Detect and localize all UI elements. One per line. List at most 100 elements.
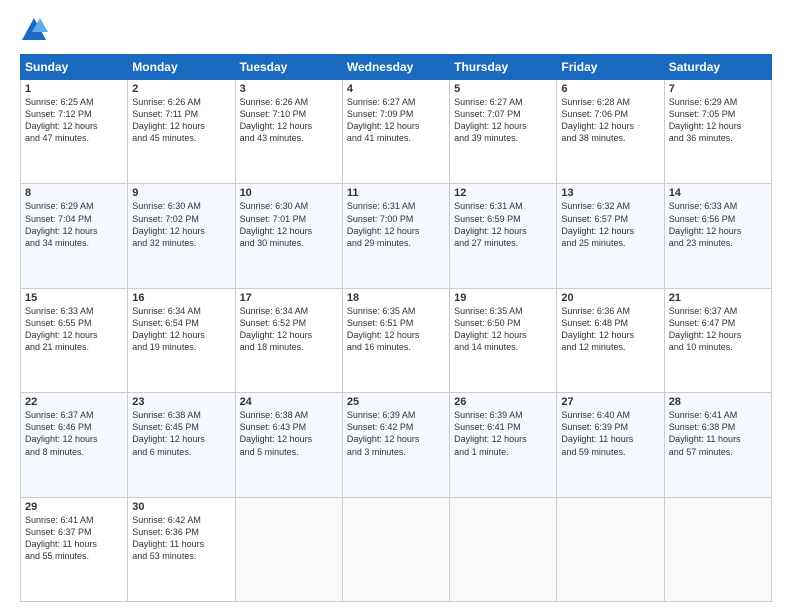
day-info: Sunrise: 6:40 AMSunset: 6:39 PMDaylight:… [561, 409, 659, 458]
calendar-cell: 7Sunrise: 6:29 AMSunset: 7:05 PMDaylight… [664, 80, 771, 184]
day-number: 16 [132, 292, 230, 304]
calendar-cell [450, 497, 557, 601]
calendar-cell [664, 497, 771, 601]
day-number: 8 [25, 187, 123, 199]
calendar: SundayMondayTuesdayWednesdayThursdayFrid… [20, 54, 772, 602]
day-info: Sunrise: 6:28 AMSunset: 7:06 PMDaylight:… [561, 96, 659, 145]
day-number: 15 [25, 292, 123, 304]
calendar-cell: 22Sunrise: 6:37 AMSunset: 6:46 PMDayligh… [21, 393, 128, 497]
calendar-cell: 23Sunrise: 6:38 AMSunset: 6:45 PMDayligh… [128, 393, 235, 497]
day-number: 4 [347, 83, 445, 95]
day-info: Sunrise: 6:29 AMSunset: 7:04 PMDaylight:… [25, 200, 123, 249]
day-info: Sunrise: 6:42 AMSunset: 6:36 PMDaylight:… [132, 514, 230, 563]
calendar-cell [557, 497, 664, 601]
calendar-cell: 13Sunrise: 6:32 AMSunset: 6:57 PMDayligh… [557, 184, 664, 288]
day-info: Sunrise: 6:35 AMSunset: 6:50 PMDaylight:… [454, 305, 552, 354]
calendar-cell: 25Sunrise: 6:39 AMSunset: 6:42 PMDayligh… [342, 393, 449, 497]
calendar-cell: 20Sunrise: 6:36 AMSunset: 6:48 PMDayligh… [557, 288, 664, 392]
day-number: 24 [240, 396, 338, 408]
day-number: 21 [669, 292, 767, 304]
calendar-week-2: 8Sunrise: 6:29 AMSunset: 7:04 PMDaylight… [21, 184, 772, 288]
day-info: Sunrise: 6:26 AMSunset: 7:10 PMDaylight:… [240, 96, 338, 145]
day-number: 9 [132, 187, 230, 199]
calendar-cell: 30Sunrise: 6:42 AMSunset: 6:36 PMDayligh… [128, 497, 235, 601]
calendar-cell [235, 497, 342, 601]
day-info: Sunrise: 6:38 AMSunset: 6:43 PMDaylight:… [240, 409, 338, 458]
calendar-cell: 29Sunrise: 6:41 AMSunset: 6:37 PMDayligh… [21, 497, 128, 601]
calendar-cell: 21Sunrise: 6:37 AMSunset: 6:47 PMDayligh… [664, 288, 771, 392]
day-number: 25 [347, 396, 445, 408]
day-number: 2 [132, 83, 230, 95]
calendar-cell: 6Sunrise: 6:28 AMSunset: 7:06 PMDaylight… [557, 80, 664, 184]
calendar-cell: 19Sunrise: 6:35 AMSunset: 6:50 PMDayligh… [450, 288, 557, 392]
day-number: 3 [240, 83, 338, 95]
day-info: Sunrise: 6:26 AMSunset: 7:11 PMDaylight:… [132, 96, 230, 145]
day-info: Sunrise: 6:25 AMSunset: 7:12 PMDaylight:… [25, 96, 123, 145]
calendar-cell: 26Sunrise: 6:39 AMSunset: 6:41 PMDayligh… [450, 393, 557, 497]
day-info: Sunrise: 6:34 AMSunset: 6:54 PMDaylight:… [132, 305, 230, 354]
calendar-cell: 14Sunrise: 6:33 AMSunset: 6:56 PMDayligh… [664, 184, 771, 288]
day-info: Sunrise: 6:31 AMSunset: 6:59 PMDaylight:… [454, 200, 552, 249]
day-info: Sunrise: 6:41 AMSunset: 6:38 PMDaylight:… [669, 409, 767, 458]
day-info: Sunrise: 6:29 AMSunset: 7:05 PMDaylight:… [669, 96, 767, 145]
calendar-cell: 10Sunrise: 6:30 AMSunset: 7:01 PMDayligh… [235, 184, 342, 288]
calendar-header-saturday: Saturday [664, 55, 771, 80]
day-info: Sunrise: 6:38 AMSunset: 6:45 PMDaylight:… [132, 409, 230, 458]
header [20, 16, 772, 44]
day-number: 18 [347, 292, 445, 304]
calendar-cell: 12Sunrise: 6:31 AMSunset: 6:59 PMDayligh… [450, 184, 557, 288]
calendar-header-thursday: Thursday [450, 55, 557, 80]
calendar-week-1: 1Sunrise: 6:25 AMSunset: 7:12 PMDaylight… [21, 80, 772, 184]
day-info: Sunrise: 6:30 AMSunset: 7:02 PMDaylight:… [132, 200, 230, 249]
day-number: 29 [25, 501, 123, 513]
day-number: 22 [25, 396, 123, 408]
day-info: Sunrise: 6:33 AMSunset: 6:55 PMDaylight:… [25, 305, 123, 354]
calendar-header-wednesday: Wednesday [342, 55, 449, 80]
calendar-cell: 1Sunrise: 6:25 AMSunset: 7:12 PMDaylight… [21, 80, 128, 184]
day-info: Sunrise: 6:30 AMSunset: 7:01 PMDaylight:… [240, 200, 338, 249]
calendar-week-4: 22Sunrise: 6:37 AMSunset: 6:46 PMDayligh… [21, 393, 772, 497]
calendar-cell: 15Sunrise: 6:33 AMSunset: 6:55 PMDayligh… [21, 288, 128, 392]
calendar-cell: 3Sunrise: 6:26 AMSunset: 7:10 PMDaylight… [235, 80, 342, 184]
calendar-cell: 5Sunrise: 6:27 AMSunset: 7:07 PMDaylight… [450, 80, 557, 184]
calendar-cell: 18Sunrise: 6:35 AMSunset: 6:51 PMDayligh… [342, 288, 449, 392]
day-number: 7 [669, 83, 767, 95]
calendar-cell: 28Sunrise: 6:41 AMSunset: 6:38 PMDayligh… [664, 393, 771, 497]
day-info: Sunrise: 6:36 AMSunset: 6:48 PMDaylight:… [561, 305, 659, 354]
day-info: Sunrise: 6:41 AMSunset: 6:37 PMDaylight:… [25, 514, 123, 563]
calendar-cell: 17Sunrise: 6:34 AMSunset: 6:52 PMDayligh… [235, 288, 342, 392]
calendar-header-monday: Monday [128, 55, 235, 80]
calendar-cell: 4Sunrise: 6:27 AMSunset: 7:09 PMDaylight… [342, 80, 449, 184]
day-number: 11 [347, 187, 445, 199]
calendar-header-sunday: Sunday [21, 55, 128, 80]
day-info: Sunrise: 6:27 AMSunset: 7:07 PMDaylight:… [454, 96, 552, 145]
day-number: 17 [240, 292, 338, 304]
day-info: Sunrise: 6:31 AMSunset: 7:00 PMDaylight:… [347, 200, 445, 249]
calendar-header-tuesday: Tuesday [235, 55, 342, 80]
day-number: 30 [132, 501, 230, 513]
calendar-cell: 8Sunrise: 6:29 AMSunset: 7:04 PMDaylight… [21, 184, 128, 288]
page: SundayMondayTuesdayWednesdayThursdayFrid… [0, 0, 792, 612]
calendar-cell: 2Sunrise: 6:26 AMSunset: 7:11 PMDaylight… [128, 80, 235, 184]
day-number: 19 [454, 292, 552, 304]
day-number: 1 [25, 83, 123, 95]
calendar-week-5: 29Sunrise: 6:41 AMSunset: 6:37 PMDayligh… [21, 497, 772, 601]
day-number: 14 [669, 187, 767, 199]
calendar-week-3: 15Sunrise: 6:33 AMSunset: 6:55 PMDayligh… [21, 288, 772, 392]
day-number: 27 [561, 396, 659, 408]
day-number: 10 [240, 187, 338, 199]
calendar-header-friday: Friday [557, 55, 664, 80]
day-info: Sunrise: 6:27 AMSunset: 7:09 PMDaylight:… [347, 96, 445, 145]
day-info: Sunrise: 6:34 AMSunset: 6:52 PMDaylight:… [240, 305, 338, 354]
day-number: 13 [561, 187, 659, 199]
day-info: Sunrise: 6:37 AMSunset: 6:46 PMDaylight:… [25, 409, 123, 458]
day-number: 6 [561, 83, 659, 95]
calendar-cell: 9Sunrise: 6:30 AMSunset: 7:02 PMDaylight… [128, 184, 235, 288]
day-info: Sunrise: 6:39 AMSunset: 6:42 PMDaylight:… [347, 409, 445, 458]
day-number: 23 [132, 396, 230, 408]
calendar-header-row: SundayMondayTuesdayWednesdayThursdayFrid… [21, 55, 772, 80]
calendar-cell: 16Sunrise: 6:34 AMSunset: 6:54 PMDayligh… [128, 288, 235, 392]
day-info: Sunrise: 6:39 AMSunset: 6:41 PMDaylight:… [454, 409, 552, 458]
day-number: 12 [454, 187, 552, 199]
logo [20, 16, 52, 44]
